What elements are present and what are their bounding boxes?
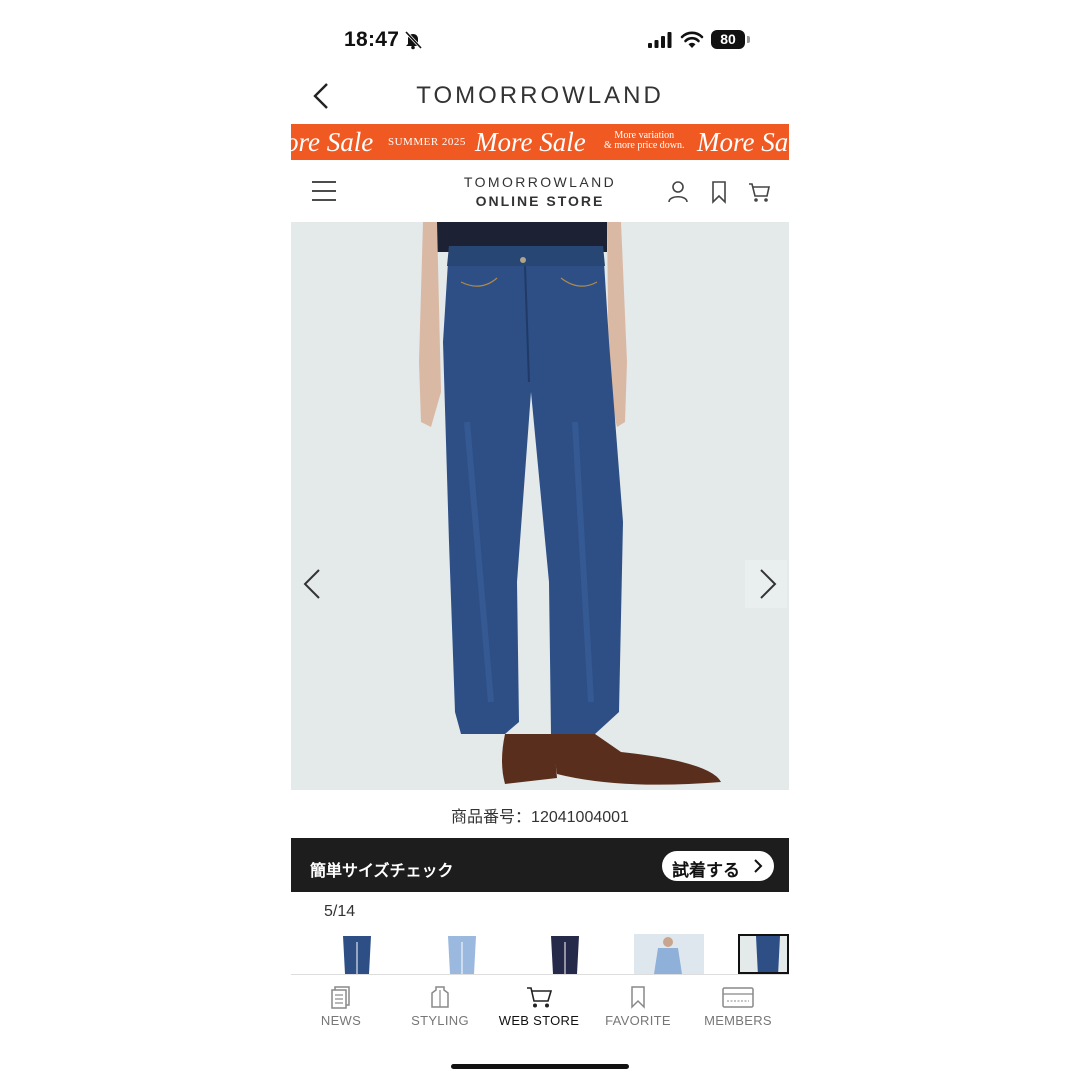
size-check-label: 簡単サイズチェック bbox=[310, 863, 454, 880]
banner-season: SUMMER 2025 bbox=[388, 136, 466, 148]
home-indicator[interactable] bbox=[451, 1064, 629, 1069]
bell-slash-icon bbox=[404, 30, 423, 50]
bottom-nav: NEWS STYLING WEB STORE FAVORITE MEMBERS bbox=[291, 974, 789, 1045]
thumbnail[interactable] bbox=[444, 934, 480, 974]
try-on-button[interactable]: 試着する bbox=[662, 851, 774, 881]
nav-styling[interactable]: STYLING bbox=[390, 985, 490, 1028]
gallery-counter: 5/14 bbox=[324, 903, 356, 920]
nav-favorite-label: FAVORITE bbox=[605, 1013, 671, 1028]
app-header: TOMORROWLAND bbox=[291, 70, 789, 124]
nav-news-label: NEWS bbox=[320, 1013, 362, 1028]
nav-styling-label: STYLING bbox=[411, 1013, 469, 1028]
bookmark-icon[interactable] bbox=[708, 180, 730, 204]
product-image[interactable] bbox=[291, 222, 789, 790]
thumbnail-strip bbox=[291, 934, 789, 974]
nav-favorite[interactable]: FAVORITE bbox=[588, 985, 688, 1028]
banner-tagline: More variation & more price down. bbox=[604, 131, 685, 151]
nav-web-store[interactable]: WEB STORE bbox=[489, 985, 589, 1028]
account-icon[interactable] bbox=[667, 180, 689, 204]
size-check-bar: 簡単サイズチェック 試着する bbox=[291, 838, 789, 892]
bookmark-icon bbox=[631, 986, 645, 1009]
styling-icon bbox=[431, 986, 449, 1008]
battery-icon: 80 bbox=[711, 30, 745, 49]
status-time: 18:47 bbox=[344, 28, 400, 51]
jeans-photo bbox=[291, 222, 789, 790]
thumbnail[interactable] bbox=[547, 934, 583, 974]
nav-members-label: MEMBERS bbox=[704, 1013, 772, 1028]
carousel-prev-icon[interactable] bbox=[291, 560, 333, 608]
store-header: TOMORROWLAND ONLINE STORE bbox=[291, 160, 789, 223]
nav-web-store-label: WEB STORE bbox=[498, 1013, 580, 1028]
app-brand-title: TOMORROWLAND bbox=[416, 82, 664, 109]
banner-tagline-2: & more price down. bbox=[604, 140, 685, 151]
nav-news[interactable]: NEWS bbox=[291, 985, 391, 1028]
phone-screen: 18:47 80 TOMORROWLAND ore Sale SUMMER 20… bbox=[291, 0, 789, 1080]
carousel-next-icon[interactable] bbox=[745, 560, 787, 608]
member-card-icon bbox=[722, 987, 754, 1008]
cart-icon[interactable] bbox=[748, 180, 770, 204]
nav-members[interactable]: MEMBERS bbox=[688, 985, 788, 1028]
signal-icon bbox=[648, 32, 672, 48]
banner-more-sale: More Sale bbox=[475, 127, 586, 157]
battery-tip bbox=[747, 36, 750, 43]
thumbnail-selected[interactable] bbox=[738, 934, 789, 974]
banner-more-sale-left: ore Sale bbox=[291, 127, 374, 157]
status-bar: 18:47 80 bbox=[291, 22, 789, 58]
product-number: 商品番号：12041004001 bbox=[451, 809, 629, 826]
wifi-icon bbox=[680, 31, 704, 48]
cart-icon bbox=[527, 987, 552, 1008]
banner-more-sale-right: More Sa bbox=[697, 127, 789, 157]
chevron-right-icon bbox=[754, 859, 763, 873]
thumbnail[interactable] bbox=[634, 934, 704, 974]
sale-banner[interactable]: ore Sale SUMMER 2025 More Sale More vari… bbox=[291, 124, 789, 160]
news-icon bbox=[331, 986, 350, 1009]
thumbnail[interactable] bbox=[339, 934, 375, 974]
try-on-label: 試着する bbox=[672, 861, 740, 880]
